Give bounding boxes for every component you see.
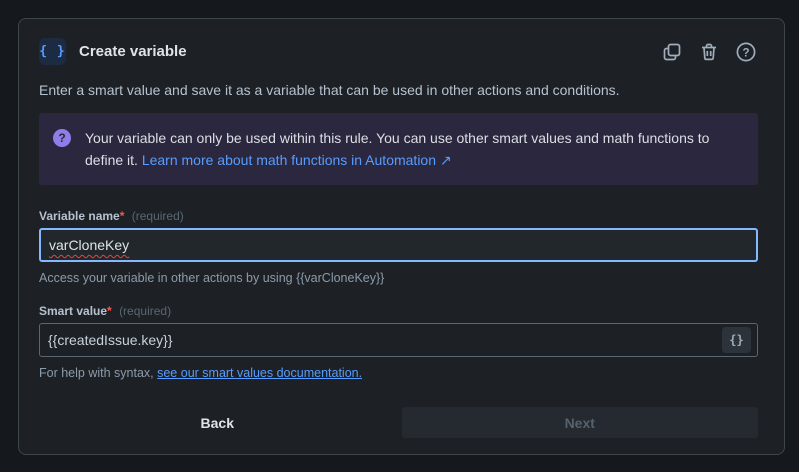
smart-value-label: Smart value (39, 304, 108, 318)
info-banner: ? Your variable can only be used within … (39, 113, 758, 185)
help-icon: ? (735, 41, 757, 63)
info-icon: ? (53, 129, 71, 147)
variable-name-label-row: Variable name* (required) (39, 209, 758, 223)
required-asterisk: * (119, 209, 125, 223)
dialog-footer: Back Next (39, 407, 758, 438)
variable-name-label: Variable name (39, 209, 120, 223)
help-button[interactable]: ? (734, 40, 758, 64)
math-functions-link[interactable]: Learn more about math functions in Autom… (142, 152, 452, 168)
braces-icon-glyph: { } (39, 44, 66, 59)
variable-name-help: Access your variable in other actions by… (39, 271, 385, 285)
required-hint: (required) (119, 304, 172, 318)
duplicate-button[interactable] (660, 40, 684, 64)
braces-insert-icon: {} (729, 333, 744, 347)
create-variable-dialog: { } Create variable ? Enter a smart valu… (18, 18, 785, 455)
variable-name-input[interactable]: varCloneKey (39, 228, 758, 262)
smart-values-doc-link[interactable]: see our smart values documentation. (157, 366, 362, 380)
smart-value-help-prefix: For help with syntax, (39, 366, 158, 380)
smart-value-label-row: Smart value* (required) (39, 304, 758, 318)
back-button[interactable]: Back (39, 407, 396, 438)
duplicate-icon (662, 42, 682, 62)
next-button[interactable]: Next (401, 407, 758, 438)
smart-value-value: {{createdIssue.key}} (48, 332, 173, 348)
page-title: Create variable (79, 43, 187, 60)
info-icon-glyph: ? (58, 131, 66, 145)
delete-button[interactable] (697, 40, 721, 64)
dialog-description: Enter a smart value and save it as a var… (39, 82, 620, 98)
variable-name-value: varCloneKey (49, 237, 130, 253)
required-asterisk: * (107, 304, 112, 318)
braces-icon: { } (39, 38, 66, 65)
insert-smart-value-button[interactable]: {} (722, 327, 751, 353)
banner-text: Your variable can only be used within th… (85, 127, 742, 171)
svg-text:?: ? (742, 47, 749, 59)
required-hint: (required) (131, 209, 184, 223)
dialog-header: { } Create variable ? (39, 38, 758, 65)
header-actions: ? (660, 40, 758, 64)
trash-icon (699, 42, 719, 62)
smart-value-help: For help with syntax, see our smart valu… (39, 366, 758, 380)
smart-value-input[interactable]: {{createdIssue.key}} {} (39, 323, 758, 357)
